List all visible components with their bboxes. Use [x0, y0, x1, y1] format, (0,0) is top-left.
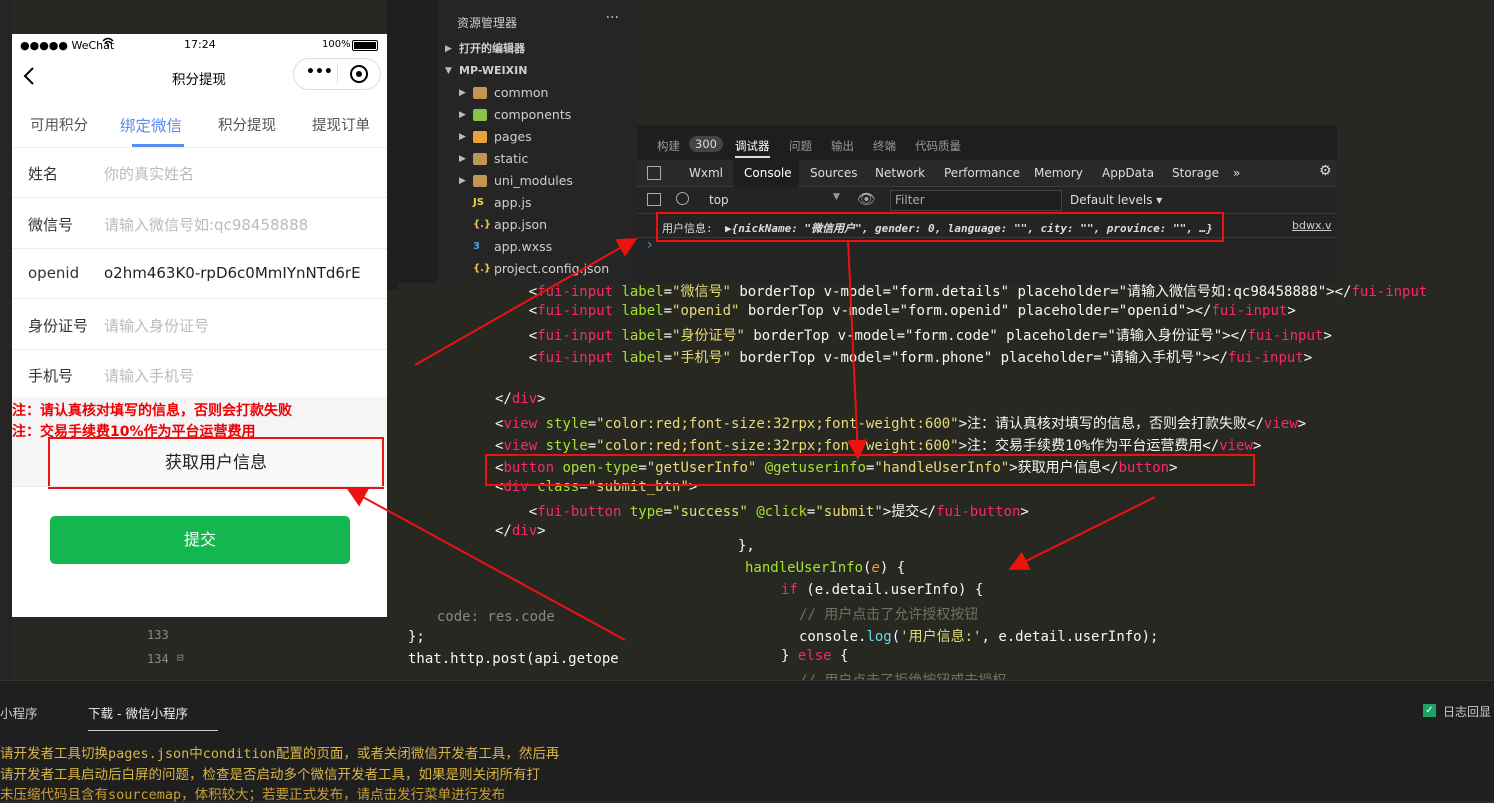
annotation-arrows [346, 238, 1156, 641]
